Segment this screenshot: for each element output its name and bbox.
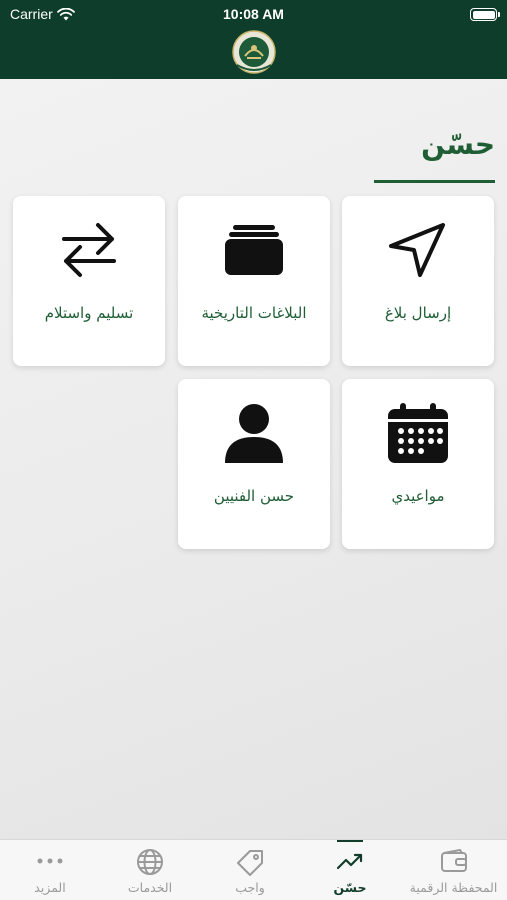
tile-label: تسليم واستلام	[44, 304, 134, 322]
tile-label: حسن الفنيين	[213, 487, 295, 505]
title-underline	[374, 180, 495, 183]
tab-label: واجب	[235, 880, 265, 895]
tile-technicians[interactable]: حسن الفنيين	[178, 379, 330, 549]
more-dots-icon	[37, 858, 63, 864]
tile-appointments[interactable]: مواعيدي	[342, 379, 494, 549]
status-bar: Carrier 10:08 AM	[0, 6, 507, 24]
wallet-icon	[440, 848, 467, 872]
status-time: 10:08 AM	[223, 6, 284, 22]
tab-digital-wallet[interactable]: المحفظة الرقمية	[400, 840, 507, 900]
battery-icon	[470, 8, 500, 21]
tab-hassin[interactable]: حسّن	[300, 840, 400, 900]
tile-send-report[interactable]: إرسال بلاغ	[342, 196, 494, 366]
tab-label: حسّن	[333, 880, 367, 895]
tile-report-history[interactable]: البلاغات التاريخية	[178, 196, 330, 366]
globe-icon	[137, 849, 163, 875]
tile-label: البلاغات التاريخية	[201, 304, 307, 322]
tab-label: الخدمات	[127, 880, 173, 895]
tag-icon	[237, 850, 263, 876]
tab-services[interactable]: الخدمات	[100, 840, 200, 900]
swap-arrows-icon	[62, 223, 116, 277]
tab-bar: المحفظة الرقمية حسّن واجب الخدمات المزيد	[0, 839, 507, 900]
tile-label: إرسال بلاغ	[384, 304, 452, 322]
page-title: حسّن	[421, 128, 495, 161]
trending-up-icon	[336, 853, 363, 870]
stack-icon	[225, 225, 283, 275]
person-icon	[225, 404, 283, 463]
navigation-arrow-icon	[389, 223, 445, 277]
emblem-icon	[232, 30, 276, 74]
tab-wajib[interactable]: واجب	[200, 840, 300, 900]
header-bar: Carrier 10:08 AM	[0, 0, 507, 79]
tab-label: المحفظة الرقمية	[409, 880, 498, 895]
tab-label: المزيد	[34, 880, 66, 895]
tile-label: مواعيدي	[391, 487, 445, 505]
tab-more[interactable]: المزيد	[0, 840, 100, 900]
tile-handover[interactable]: تسليم واستلام	[13, 196, 165, 366]
calendar-icon	[388, 403, 448, 463]
